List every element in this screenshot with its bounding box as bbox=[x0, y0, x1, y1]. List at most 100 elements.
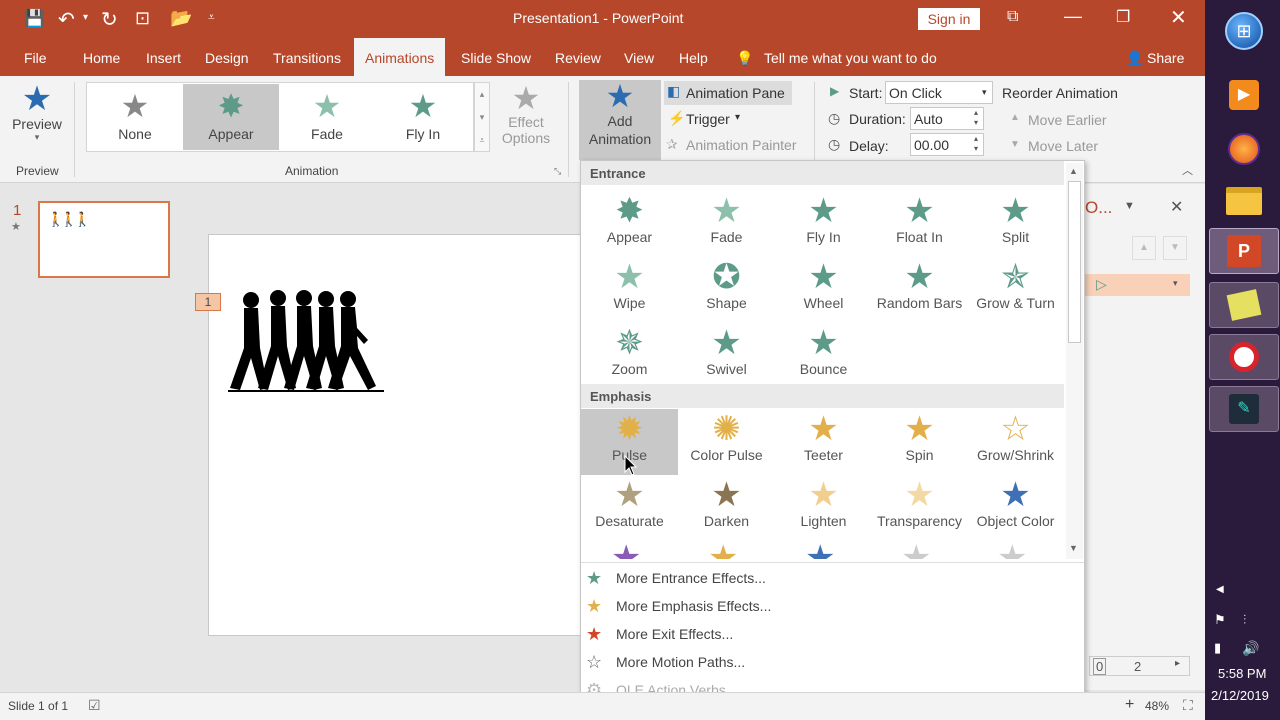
walking-people-image[interactable] bbox=[226, 288, 386, 394]
share-icon[interactable]: 👤 bbox=[1126, 38, 1143, 76]
gallery-scroll[interactable]: ▴ ▾ ⩡ bbox=[474, 82, 490, 152]
clock-time[interactable]: 5:58 PM bbox=[1218, 666, 1266, 681]
sticky-notes-taskbar-icon[interactable] bbox=[1209, 282, 1279, 328]
app-taskbar-icon[interactable]: ✎ bbox=[1209, 386, 1279, 432]
move-later-button[interactable]: Move Later bbox=[1028, 138, 1098, 154]
more-entrance-effects[interactable]: ★ More Entrance Effects... bbox=[581, 564, 1081, 592]
notes-check-icon[interactable]: ☑ bbox=[88, 697, 101, 714]
tab-slide-show[interactable]: Slide Show bbox=[461, 38, 531, 76]
tab-transitions[interactable]: Transitions bbox=[273, 38, 341, 76]
entrance-wipe[interactable]: ★ Wipe bbox=[581, 257, 678, 323]
emphasis-grow-shrink[interactable]: ☆ Grow/Shrink bbox=[967, 409, 1064, 475]
gallery-fly-in[interactable]: ★ Fly In bbox=[375, 84, 471, 150]
entrance-zoom[interactable]: ✵ Zoom bbox=[581, 323, 678, 389]
entrance-float-in[interactable]: ★ Float In bbox=[871, 191, 968, 257]
duration-field[interactable]: Auto ▴ ▾ bbox=[910, 107, 984, 130]
zoom-level[interactable]: 48% bbox=[1145, 699, 1169, 713]
media-player-taskbar-icon[interactable]: ▶ bbox=[1209, 72, 1279, 118]
pane-close-icon[interactable]: ✕ bbox=[1170, 197, 1183, 217]
sign-in-button[interactable]: Sign in bbox=[918, 8, 980, 30]
fit-slide-icon[interactable]: ⛶ bbox=[1183, 697, 1193, 714]
firefox-taskbar-icon[interactable] bbox=[1209, 126, 1279, 172]
restore-icon[interactable]: ❐ bbox=[1116, 7, 1130, 27]
file-explorer-taskbar-icon[interactable] bbox=[1209, 178, 1279, 224]
tab-review[interactable]: Review bbox=[555, 38, 601, 76]
emphasis-lighten[interactable]: ★ Lighten bbox=[775, 475, 872, 541]
scroll-down-icon[interactable]: ▼ bbox=[1069, 543, 1078, 553]
delay-spinner-icon[interactable]: ▴ ▾ bbox=[974, 134, 978, 154]
pane-animation-item[interactable]: ▷ ▾ bbox=[1084, 274, 1190, 296]
open-folder-icon[interactable]: 📂 bbox=[170, 8, 192, 29]
more-emphasis-effects[interactable]: ★ More Emphasis Effects... bbox=[581, 592, 1081, 620]
gallery-none[interactable]: ★ None bbox=[87, 84, 183, 150]
close-window-icon[interactable]: ✕ bbox=[1170, 5, 1187, 30]
tab-view[interactable]: View bbox=[624, 38, 654, 76]
undo-icon[interactable]: ↶ bbox=[58, 7, 75, 32]
pane-options-icon[interactable]: ▼ bbox=[1124, 200, 1135, 212]
entrance-wheel[interactable]: ★ Wheel bbox=[775, 257, 872, 323]
volume-icon[interactable]: 🔊 bbox=[1242, 640, 1259, 657]
preview-button[interactable]: ★ Preview ▾ bbox=[10, 82, 64, 143]
scroll-thumb[interactable] bbox=[1068, 181, 1081, 343]
animation-pane-button[interactable]: ◧ Animation Pane bbox=[664, 81, 792, 105]
entrance-bounce[interactable]: ★ Bounce bbox=[775, 323, 872, 389]
preview-dropdown-icon[interactable]: ▾ bbox=[10, 132, 64, 143]
save-icon[interactable]: 💾 bbox=[24, 9, 45, 29]
clock-date[interactable]: 2/12/2019 bbox=[1211, 688, 1269, 703]
tell-me-box[interactable]: Tell me what you want to do bbox=[764, 38, 937, 76]
slide-thumbnail[interactable]: 🚶🚶🚶 bbox=[38, 201, 170, 278]
timeline-scroll-icon[interactable]: ▸ bbox=[1175, 658, 1180, 669]
network-icon[interactable]: ⫶ bbox=[1243, 612, 1246, 628]
screen-recorder-taskbar-icon[interactable] bbox=[1209, 334, 1279, 380]
trigger-dropdown-icon[interactable]: ▾ bbox=[735, 112, 740, 123]
powerpoint-taskbar-icon[interactable]: P bbox=[1209, 228, 1279, 274]
share-button[interactable]: Share bbox=[1147, 38, 1184, 76]
zoom-in-icon[interactable]: + bbox=[1125, 696, 1134, 714]
emphasis-darken[interactable]: ★ Darken bbox=[678, 475, 775, 541]
animation-tag[interactable]: 1 bbox=[195, 293, 221, 311]
pane-move-down-icon[interactable]: ▼ bbox=[1163, 236, 1187, 260]
entrance-swivel[interactable]: ★ Swivel bbox=[678, 323, 775, 389]
start-select[interactable]: On Click ▾ bbox=[885, 81, 993, 104]
undo-dropdown-icon[interactable]: ▾ bbox=[83, 12, 88, 23]
emphasis-spin[interactable]: ★ Spin bbox=[871, 409, 968, 475]
move-earlier-button[interactable]: Move Earlier bbox=[1028, 112, 1107, 128]
minimize-icon[interactable]: — bbox=[1064, 6, 1082, 27]
tab-insert[interactable]: Insert bbox=[146, 38, 181, 76]
emphasis-desaturate[interactable]: ★ Desaturate bbox=[581, 475, 678, 541]
dropdown-scrollbar[interactable]: ▲ ▼ bbox=[1066, 163, 1083, 559]
more-exit-effects[interactable]: ★ More Exit Effects... bbox=[581, 620, 1081, 648]
delay-field[interactable]: 00.00 ▴ ▾ bbox=[910, 133, 984, 156]
customize-toolbar-icon[interactable]: ⩡ bbox=[208, 10, 215, 25]
emphasis-object-color[interactable]: ★ Object Color bbox=[967, 475, 1064, 541]
animation-painter-button[interactable]: Animation Painter bbox=[686, 137, 797, 153]
scroll-up-icon[interactable]: ▲ bbox=[1069, 166, 1078, 176]
more-motion-paths[interactable]: ☆ More Motion Paths... bbox=[581, 648, 1081, 676]
action-center-flag-icon[interactable]: ⚑ bbox=[1214, 612, 1226, 628]
duration-spinner-icon[interactable]: ▴ ▾ bbox=[974, 108, 978, 128]
entrance-shape[interactable]: ✪ Shape bbox=[678, 257, 775, 323]
trigger-button[interactable]: Trigger bbox=[686, 111, 730, 127]
redo-icon[interactable]: ↻ bbox=[101, 7, 118, 32]
tab-animations[interactable]: Animations bbox=[354, 38, 446, 76]
entrance-fade[interactable]: ★ Fade bbox=[678, 191, 775, 257]
emphasis-color-pulse[interactable]: ✺ Color Pulse bbox=[678, 409, 775, 475]
present-icon[interactable]: ⊡ bbox=[135, 8, 150, 29]
tab-home[interactable]: Home bbox=[83, 38, 120, 76]
add-animation-button[interactable]: ★ Add Animation bbox=[579, 80, 661, 160]
entrance-split[interactable]: ★ Split bbox=[967, 191, 1064, 257]
entrance-fly-in[interactable]: ★ Fly In bbox=[775, 191, 872, 257]
emphasis-transparency[interactable]: ★ Transparency bbox=[871, 475, 968, 541]
animation-dialog-launcher-icon[interactable]: ⤡ bbox=[554, 166, 561, 177]
tab-file[interactable]: File bbox=[24, 38, 47, 76]
entrance-random-bars[interactable]: ★ Random Bars bbox=[871, 257, 968, 323]
start-button[interactable]: ⊞ bbox=[1209, 8, 1279, 54]
entrance-appear[interactable]: ✸ Appear bbox=[581, 191, 678, 257]
ribbon-display-icon[interactable]: ⧉ bbox=[1007, 8, 1018, 26]
effect-options-button[interactable]: ★ Effect Options bbox=[496, 82, 556, 146]
tab-design[interactable]: Design bbox=[205, 38, 249, 76]
tab-help[interactable]: Help bbox=[679, 38, 708, 76]
collapse-ribbon-icon[interactable]: ︿ bbox=[1182, 162, 1193, 178]
pane-move-up-icon[interactable]: ▲ bbox=[1132, 236, 1156, 260]
tray-expand-icon[interactable]: ◀ bbox=[1216, 584, 1224, 595]
